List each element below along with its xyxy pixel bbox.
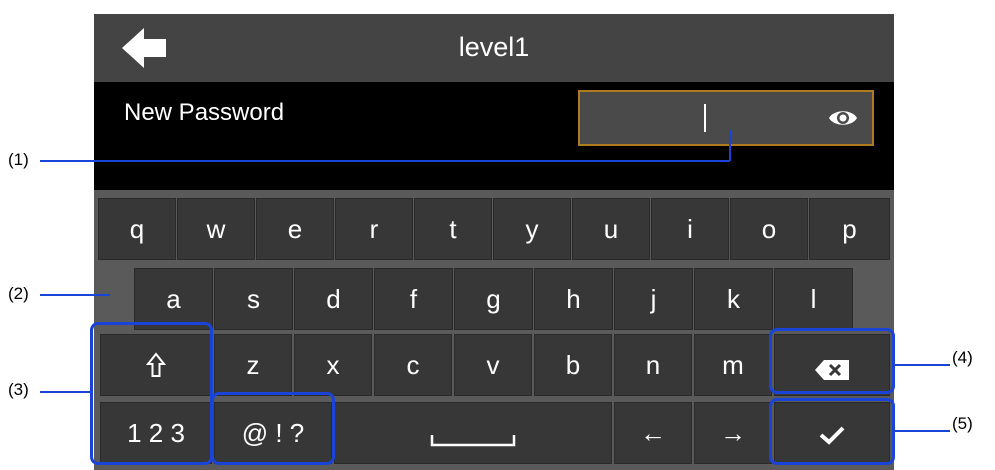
- callout-box-3b: [211, 392, 335, 465]
- callout-label-3: (3): [8, 380, 29, 399]
- key-v[interactable]: v: [454, 334, 532, 396]
- key-r[interactable]: r: [335, 198, 413, 260]
- callout-label-2: (2): [8, 284, 29, 303]
- key-j[interactable]: j: [614, 268, 693, 330]
- password-field[interactable]: [578, 90, 874, 146]
- key-i[interactable]: i: [651, 198, 729, 260]
- callout-box-3a: [90, 322, 213, 465]
- key-p[interactable]: p: [809, 198, 890, 260]
- left-arrow-key[interactable]: ←: [614, 402, 692, 464]
- key-n[interactable]: n: [614, 334, 692, 396]
- callout-line-1-vertical: [729, 130, 731, 161]
- password-label: New Password: [124, 99, 285, 126]
- callout-line-5: [894, 430, 950, 432]
- key-a[interactable]: a: [134, 268, 213, 330]
- key-h[interactable]: h: [534, 268, 613, 330]
- key-e[interactable]: e: [256, 198, 334, 260]
- key-f[interactable]: f: [374, 268, 453, 330]
- callout-line-3: [40, 391, 92, 393]
- key-t[interactable]: t: [414, 198, 492, 260]
- callout-box-5: [769, 398, 895, 465]
- key-y[interactable]: y: [493, 198, 571, 260]
- key-m[interactable]: m: [694, 334, 772, 396]
- callout-line-1: [40, 160, 730, 162]
- page-title: level1: [458, 32, 530, 62]
- callout-line-2: [40, 294, 110, 296]
- key-o[interactable]: o: [730, 198, 808, 260]
- callout-label-4: (4): [952, 348, 973, 367]
- key-l[interactable]: l: [774, 268, 853, 330]
- title-bar: level1: [94, 14, 894, 82]
- key-u[interactable]: u: [572, 198, 650, 260]
- key-w[interactable]: w: [177, 198, 255, 260]
- eye-icon[interactable]: [828, 106, 858, 130]
- callout-label-5: (5): [952, 414, 973, 433]
- key-k[interactable]: k: [694, 268, 773, 330]
- key-d[interactable]: d: [294, 268, 373, 330]
- back-button[interactable]: [120, 26, 170, 70]
- space-key[interactable]: [334, 402, 612, 464]
- key-z[interactable]: z: [214, 334, 292, 396]
- key-b[interactable]: b: [534, 334, 612, 396]
- callout-line-4: [894, 364, 950, 366]
- back-arrow-icon: [122, 28, 166, 68]
- callout-box-4: [769, 328, 895, 394]
- callout-label-1: (1): [8, 150, 29, 169]
- password-row: New Password: [94, 82, 894, 190]
- text-cursor: [704, 104, 706, 132]
- key-x[interactable]: x: [294, 334, 372, 396]
- key-q[interactable]: q: [98, 198, 176, 260]
- right-arrow-key[interactable]: →: [694, 402, 772, 464]
- space-icon: [430, 435, 516, 447]
- key-s[interactable]: s: [214, 268, 293, 330]
- key-g[interactable]: g: [454, 268, 533, 330]
- key-c[interactable]: c: [374, 334, 452, 396]
